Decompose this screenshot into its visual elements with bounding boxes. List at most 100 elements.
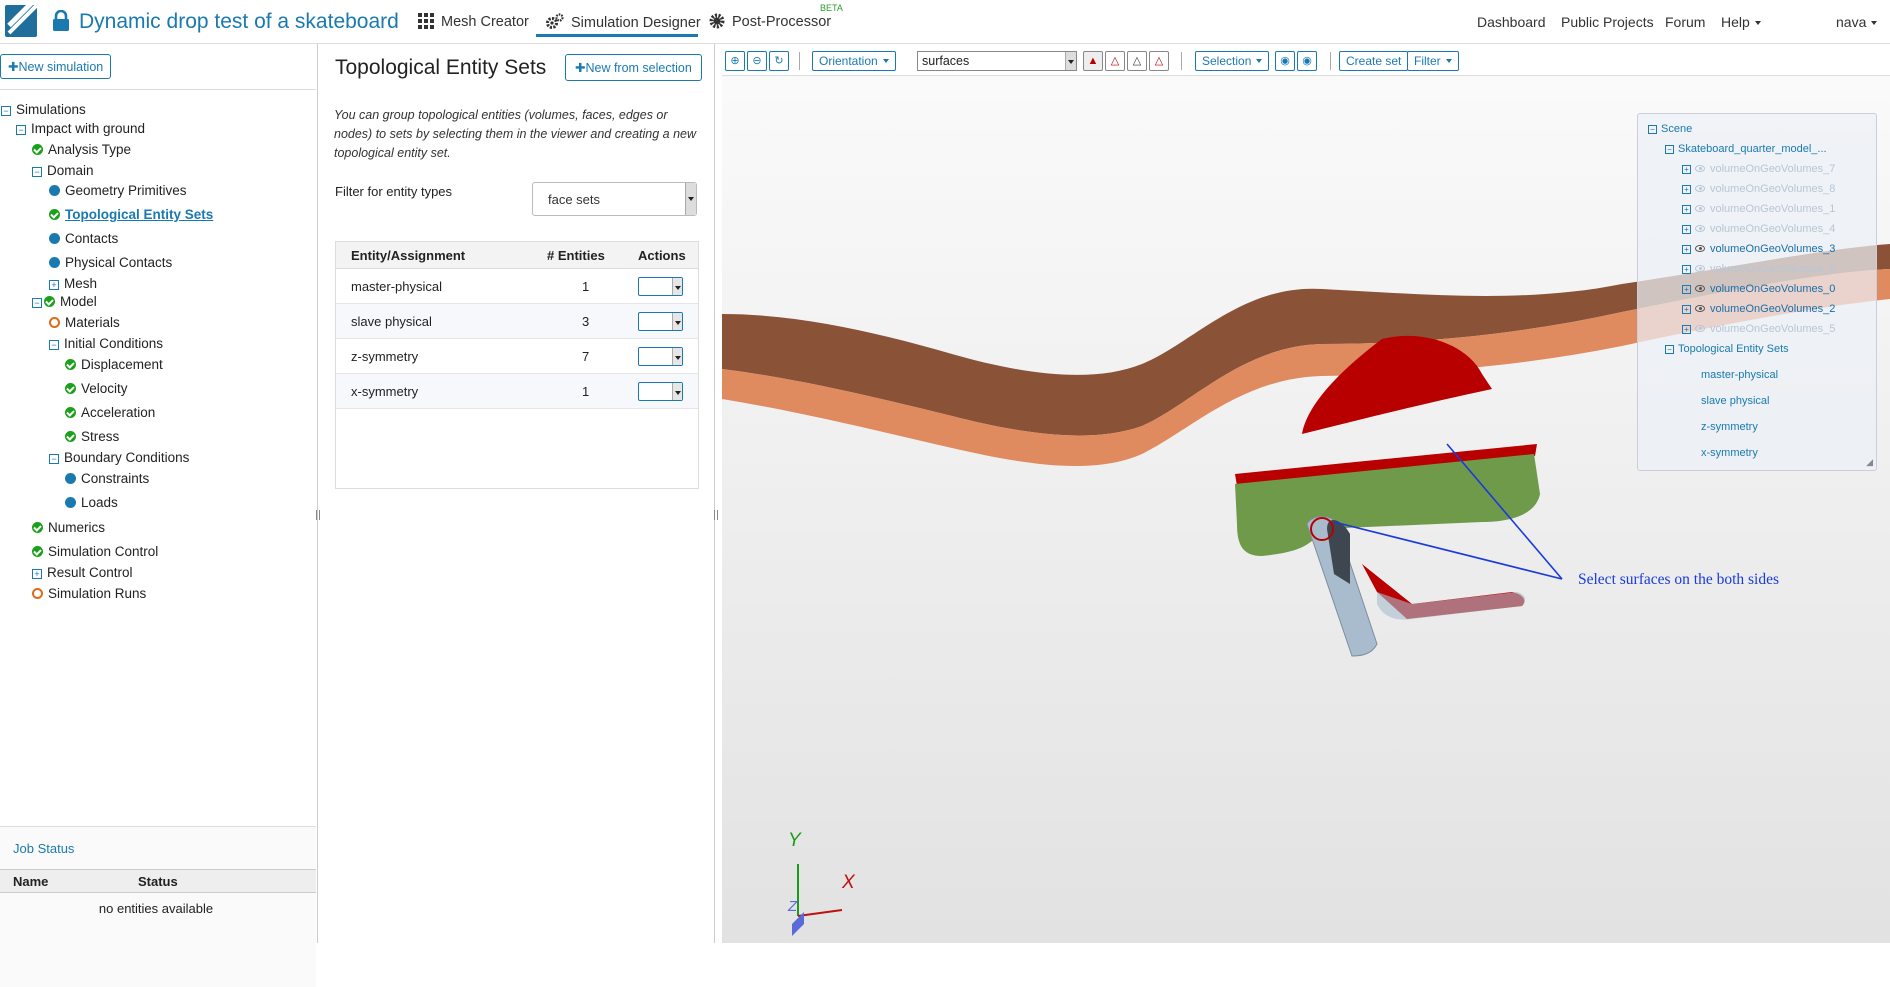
nav-dashboard[interactable]: Dashboard bbox=[1477, 14, 1546, 30]
expand-icon[interactable]: + bbox=[1682, 205, 1691, 214]
entity-type-filter-select[interactable]: face sets bbox=[532, 182, 697, 216]
render-points-button[interactable]: △ bbox=[1149, 51, 1169, 71]
expand-icon[interactable]: + bbox=[1682, 185, 1691, 194]
expand-icon[interactable]: + bbox=[1682, 265, 1691, 274]
collapse-icon[interactable]: − bbox=[1, 106, 11, 116]
scene-volume-item[interactable]: + volumeOnGeoVolumes_7 bbox=[1682, 163, 1835, 175]
tree-item-topological-entity-sets[interactable]: Topological Entity Sets bbox=[49, 207, 213, 223]
nav-forum[interactable]: Forum bbox=[1665, 14, 1705, 30]
scene-volume-item[interactable]: + volumeOnGeoVolumes_1 bbox=[1682, 203, 1835, 215]
eye-icon[interactable] bbox=[1695, 325, 1705, 332]
table-row[interactable]: z-symmetry 7 bbox=[336, 339, 698, 374]
show-button[interactable]: ◉ bbox=[1297, 51, 1317, 71]
scene-sets-group[interactable]: − Topological Entity Sets bbox=[1665, 343, 1789, 355]
app-logo-icon[interactable] bbox=[5, 5, 37, 37]
tree-item-simulation-control[interactable]: Simulation Control bbox=[32, 544, 158, 560]
scene-set-item[interactable]: x-symmetry bbox=[1701, 447, 1758, 459]
scene-volume-item[interactable]: + volumeOnGeoVolumes_5 bbox=[1682, 323, 1835, 335]
tree-item-constraints[interactable]: Constraints bbox=[65, 471, 149, 487]
nav-mesh-creator[interactable]: Mesh Creator bbox=[418, 13, 529, 30]
eye-icon[interactable] bbox=[1695, 285, 1705, 292]
tree-item-model[interactable]: − Model bbox=[32, 294, 97, 310]
tree-item-loads[interactable]: Loads bbox=[65, 495, 118, 511]
nav-user-menu[interactable]: nava bbox=[1836, 14, 1878, 30]
scene-volume-item[interactable]: + volumeOnGeoVolumes_3 bbox=[1682, 243, 1835, 255]
scene-volume-item[interactable]: + volumeOnGeoVolumes_6 bbox=[1682, 263, 1835, 275]
scene-model[interactable]: − Skateboard_quarter_model_... bbox=[1665, 143, 1827, 155]
render-solid-button[interactable]: ▲ bbox=[1083, 51, 1103, 71]
hide-button[interactable]: ◉ bbox=[1275, 51, 1295, 71]
row-actions-select[interactable] bbox=[638, 382, 683, 401]
eye-icon[interactable] bbox=[1695, 265, 1705, 272]
render-edges-button[interactable]: △ bbox=[1127, 51, 1147, 71]
tree-item-domain[interactable]: − Domain bbox=[32, 163, 94, 179]
eye-icon[interactable] bbox=[1695, 185, 1705, 192]
table-row[interactable]: slave physical 3 bbox=[336, 304, 698, 339]
expand-icon[interactable]: + bbox=[1682, 305, 1691, 314]
eye-icon[interactable] bbox=[1695, 205, 1705, 212]
filter-dropdown[interactable]: Filter bbox=[1407, 51, 1459, 71]
scene-set-item[interactable]: z-symmetry bbox=[1701, 421, 1758, 433]
zoom-out-button[interactable]: ⊖ bbox=[747, 51, 767, 71]
tree-item-analysis-type[interactable]: Analysis Type bbox=[32, 142, 131, 158]
reset-view-button[interactable]: ↻ bbox=[769, 51, 789, 71]
nav-post-processor[interactable]: Post-Processor bbox=[709, 13, 831, 30]
collapse-icon[interactable]: − bbox=[49, 340, 59, 350]
selection-dropdown[interactable]: Selection bbox=[1195, 51, 1270, 71]
tree-item-materials[interactable]: Materials bbox=[49, 315, 120, 331]
row-actions-select[interactable] bbox=[638, 347, 683, 366]
tree-item-acceleration[interactable]: Acceleration bbox=[65, 405, 155, 421]
tree-item-displacement[interactable]: Displacement bbox=[65, 357, 163, 373]
collapse-icon[interactable]: − bbox=[49, 454, 59, 464]
collapse-icon[interactable]: − bbox=[1648, 125, 1657, 134]
collapse-icon[interactable]: − bbox=[1665, 145, 1674, 154]
render-mode-select[interactable]: surfaces bbox=[917, 51, 1077, 71]
collapse-icon[interactable]: − bbox=[32, 167, 42, 177]
tree-item-simulation-runs[interactable]: Simulation Runs bbox=[32, 586, 146, 602]
eye-icon[interactable] bbox=[1695, 225, 1705, 232]
tree-item-contacts[interactable]: Contacts bbox=[49, 231, 118, 247]
orientation-dropdown[interactable]: Orientation bbox=[812, 51, 896, 71]
collapse-icon[interactable]: − bbox=[16, 125, 26, 135]
tree-item-velocity[interactable]: Velocity bbox=[65, 381, 128, 397]
collapse-icon[interactable]: − bbox=[1665, 345, 1674, 354]
expand-icon[interactable]: + bbox=[1682, 165, 1691, 174]
resize-handle-icon[interactable]: ◢ bbox=[1866, 457, 1873, 468]
tree-item-numerics[interactable]: Numerics bbox=[32, 520, 105, 536]
scene-volume-item[interactable]: + volumeOnGeoVolumes_4 bbox=[1682, 223, 1835, 235]
create-set-button[interactable]: Create set bbox=[1339, 51, 1409, 71]
row-actions-select[interactable] bbox=[638, 277, 683, 296]
nav-help[interactable]: Help bbox=[1721, 14, 1761, 30]
tree-item-boundary-conditions[interactable]: − Boundary Conditions bbox=[49, 450, 189, 466]
tree-item-impact-with-ground[interactable]: − Impact with ground bbox=[16, 121, 145, 137]
tree-item-stress[interactable]: Stress bbox=[65, 429, 119, 445]
eye-icon[interactable] bbox=[1695, 245, 1705, 252]
eye-icon[interactable] bbox=[1695, 165, 1705, 172]
table-row[interactable]: master-physical 1 bbox=[336, 269, 698, 304]
expand-icon[interactable]: + bbox=[1682, 285, 1691, 294]
baseplate[interactable] bbox=[1235, 454, 1540, 556]
new-from-selection-button[interactable]: ✚New from selection bbox=[565, 54, 702, 81]
nav-simulation-designer[interactable]: Simulation Designer bbox=[545, 13, 701, 31]
row-actions-select[interactable] bbox=[638, 312, 683, 331]
scene-set-item[interactable]: master-physical bbox=[1701, 369, 1778, 381]
tree-item-initial-conditions[interactable]: − Initial Conditions bbox=[49, 336, 163, 352]
tree-item-mesh[interactable]: + Mesh bbox=[49, 276, 97, 292]
project-title[interactable]: Dynamic drop test of a skateboard bbox=[79, 10, 399, 34]
tree-item-result-control[interactable]: + Result Control bbox=[32, 565, 133, 581]
expand-icon[interactable]: + bbox=[1682, 245, 1691, 254]
new-simulation-button[interactable]: ✚New simulation bbox=[0, 54, 112, 79]
scene-volume-item[interactable]: + volumeOnGeoVolumes_8 bbox=[1682, 183, 1835, 195]
scene-set-item[interactable]: slave physical bbox=[1701, 395, 1769, 407]
table-row[interactable]: x-symmetry 1 bbox=[336, 374, 698, 409]
tree-item-geometry-primitives[interactable]: Geometry Primitives bbox=[49, 183, 187, 199]
expand-icon[interactable]: + bbox=[49, 280, 59, 290]
tree-item-physical-contacts[interactable]: Physical Contacts bbox=[49, 255, 172, 271]
scene-volume-item[interactable]: + volumeOnGeoVolumes_0 bbox=[1682, 283, 1835, 295]
collapse-icon[interactable]: − bbox=[32, 298, 42, 308]
zoom-in-button[interactable]: ⊕ bbox=[725, 51, 745, 71]
eye-icon[interactable] bbox=[1695, 305, 1705, 312]
scene-volume-item[interactable]: + volumeOnGeoVolumes_2 bbox=[1682, 303, 1835, 315]
nav-public-projects[interactable]: Public Projects bbox=[1561, 14, 1654, 30]
scene-root[interactable]: − Scene bbox=[1648, 123, 1692, 135]
